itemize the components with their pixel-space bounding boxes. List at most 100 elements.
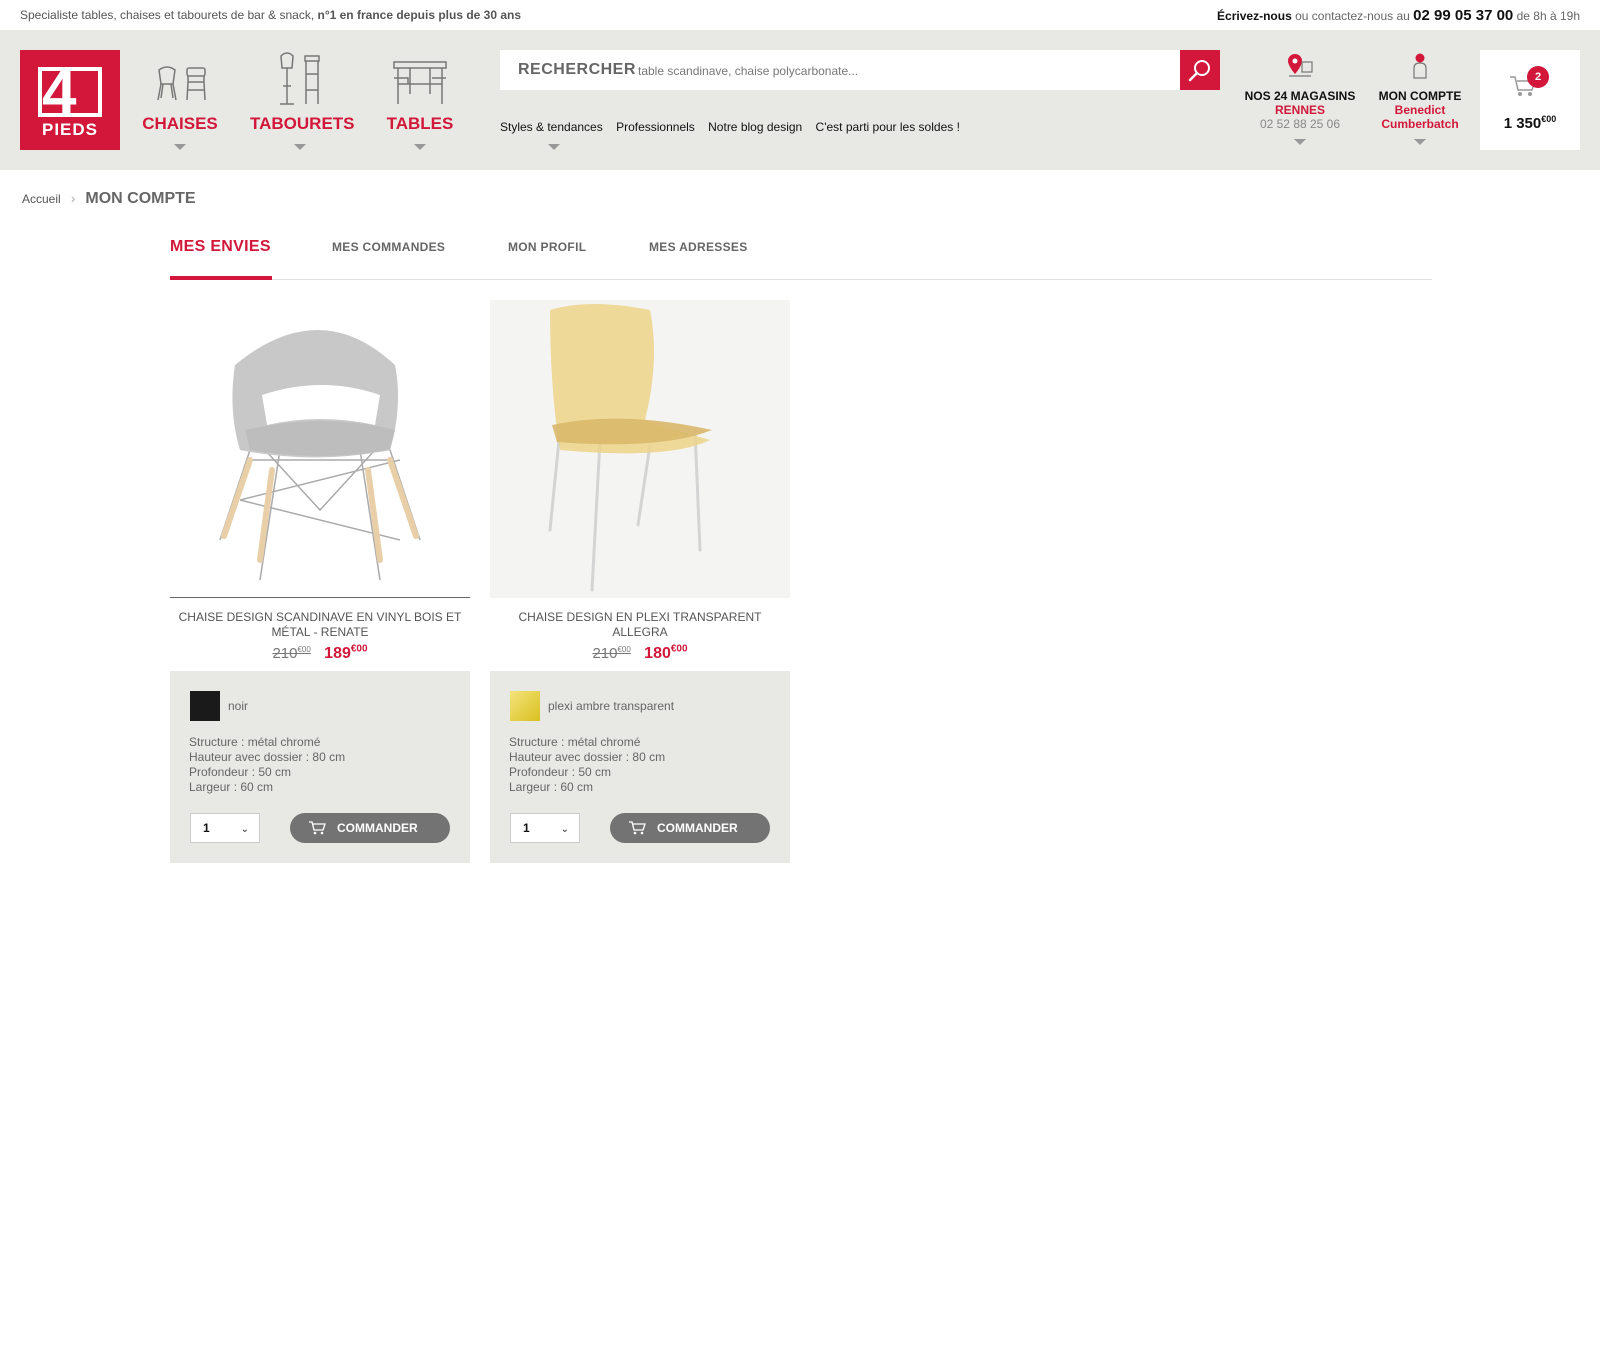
sale-price-cents: €00 (350, 644, 368, 655)
sale-price-amount: 180 (644, 645, 671, 663)
logo-text: PIEDS (41, 120, 99, 139)
menu-item-professionnels[interactable]: Professionnels (616, 120, 695, 134)
account-tabs: MES ENVIES MES COMMANDES MON PROFIL MES … (170, 228, 1432, 280)
old-price-cents: €00 (297, 645, 311, 655)
quantity-select[interactable]: 1 ⌄ (190, 813, 260, 844)
tagline-text: Specialiste tables, chaises et tabourets… (20, 8, 318, 22)
user-icon (1413, 53, 1427, 79)
secondary-menu: Styles & tendances Professionnels Notre … (500, 120, 970, 134)
tagline-bold: n°1 en france depuis plus de 30 ans (317, 8, 522, 22)
active-tab-indicator (170, 276, 272, 280)
product-photo (219, 330, 421, 581)
chevron-down-icon (548, 144, 560, 150)
search-label: RECHERCHER (518, 61, 636, 78)
breadcrumb: Accueil › MON COMPTE (22, 190, 196, 208)
chevron-down-icon (294, 144, 306, 150)
order-button-label: COMMANDER (337, 821, 418, 836)
menu-item-styles[interactable]: Styles & tendances (500, 120, 603, 134)
chevron-down-icon (174, 144, 186, 150)
contact-text: ou contactez-nous au (1291, 9, 1414, 23)
stores-block[interactable]: NOS 24 MAGASINS RENNES 02 52 88 25 06 (1240, 52, 1360, 145)
contact-info: Écrivez-nous ou contactez-nous au 02 99 … (1217, 7, 1580, 24)
menu-item-blog[interactable]: Notre blog design (708, 120, 802, 134)
menu-item-soldes[interactable]: C'est parti pour les soldes ! (816, 120, 960, 134)
old-price-cents: €00 (617, 645, 631, 655)
spec-width: Largeur : 60 cm (509, 780, 594, 795)
write-us-link[interactable]: Écrivez-nous (1217, 9, 1292, 23)
tab-mon-profil[interactable]: MON PROFIL (508, 240, 586, 254)
account-title: MON COMPTE (1378, 89, 1462, 103)
spec-depth: Profondeur : 50 cm (189, 765, 292, 780)
order-button[interactable]: COMMANDER (290, 813, 450, 844)
old-price-amount: 210 (592, 645, 618, 663)
nav-tabourets[interactable]: TABOURETS (250, 50, 355, 150)
product-price: 210€00 189€00 (170, 644, 470, 663)
spec-width: Largeur : 60 cm (189, 780, 274, 795)
search-button[interactable] (1180, 50, 1220, 90)
order-button-label: COMMANDER (657, 821, 738, 836)
search-icon (1188, 60, 1210, 82)
account-block[interactable]: MON COMPTE Benedict Cumberbatch (1370, 52, 1470, 145)
breadcrumb-home[interactable]: Accueil (22, 192, 61, 206)
tab-mes-commandes[interactable]: MES COMMANDES (332, 240, 445, 254)
spec-structure: Structure : métal chromé (189, 735, 321, 750)
cart-total-amount: 1 350 (1503, 115, 1542, 132)
product-price: 210€00 180€00 (490, 644, 790, 663)
product-name[interactable]: CHAISE DESIGN SCANDINAVE EN VINYL BOIS E… (170, 610, 470, 640)
chevron-down-icon (414, 144, 426, 150)
opening-hours: de 8h à 19h (1513, 9, 1580, 23)
search-box[interactable]: RECHERCHER table scandinave, chaise poly… (500, 50, 1220, 90)
nav-tables[interactable]: TABLES (380, 50, 460, 150)
sale-price: 189€00 (324, 644, 368, 663)
order-button[interactable]: COMMANDER (610, 813, 770, 844)
tables-icon (393, 61, 447, 104)
spec-depth: Profondeur : 50 cm (509, 765, 612, 780)
color-name: plexi ambre transparent (548, 699, 675, 714)
cart-total: 1 350€00 (1480, 114, 1580, 132)
chevron-down-icon (1414, 139, 1426, 145)
quantity-select[interactable]: 1 ⌄ (510, 813, 580, 844)
sale-price: 180€00 (644, 644, 687, 663)
quantity-value: 1 (523, 821, 530, 836)
stores-title: NOS 24 MAGASINS (1244, 89, 1356, 103)
logo[interactable]: 4 PIEDS (20, 50, 120, 150)
nav-tabourets-label: TABOURETS (250, 114, 355, 133)
quantity-value: 1 (203, 821, 210, 836)
nav-chaises-label: CHAISES (142, 114, 218, 133)
cart-button[interactable]: 2 1 350€00 (1480, 50, 1580, 150)
cart-total-cents: €00 (1541, 114, 1557, 124)
cart-icon (629, 821, 646, 835)
sale-price-amount: 189 (324, 645, 351, 663)
account-last-name: Cumberbatch (1381, 117, 1459, 131)
search-input[interactable]: table scandinave, chaise polycarbonate..… (638, 64, 858, 78)
spec-height: Hauteur avec dossier : 80 cm (189, 750, 346, 765)
store-phone: 02 52 88 25 06 (1259, 117, 1341, 131)
tab-mes-adresses[interactable]: MES ADRESSES (649, 240, 748, 254)
color-name: noir (228, 699, 249, 714)
product-image[interactable] (170, 300, 470, 598)
account-first-name: Benedict (1394, 103, 1446, 117)
tab-mes-envies[interactable]: MES ENVIES (170, 238, 271, 256)
old-price: 210€00 (592, 645, 630, 662)
product-name[interactable]: CHAISE DESIGN EN PLEXI TRANSPARENT ALLEG… (490, 610, 790, 640)
top-bar: Specialiste tables, chaises et tabourets… (0, 0, 1600, 30)
product-photo (490, 300, 790, 598)
chairs-icon (157, 66, 206, 101)
color-swatch (190, 691, 220, 722)
color-swatch (510, 691, 540, 722)
contact-phone[interactable]: 02 99 05 37 00 (1413, 7, 1513, 24)
chevron-down-icon: ⌄ (560, 824, 569, 836)
store-locator-icon (1288, 54, 1313, 77)
nav-chaises[interactable]: CHAISES (140, 50, 220, 150)
old-price: 210€00 (272, 645, 310, 662)
product-specs: Structure : métal chromé Hauteur avec do… (509, 735, 665, 795)
tagline: Specialiste tables, chaises et tabourets… (20, 8, 521, 22)
chevron-down-icon (1294, 139, 1306, 145)
product-image[interactable] (490, 300, 790, 598)
spec-structure: Structure : métal chromé (509, 735, 641, 750)
cart-icon (309, 821, 326, 835)
spec-height: Hauteur avec dossier : 80 cm (509, 750, 666, 765)
product-specs: Structure : métal chromé Hauteur avec do… (189, 735, 345, 795)
chevron-right-icon: › (70, 190, 76, 206)
product-options-panel: noir Structure : métal chromé Hauteur av… (170, 671, 470, 864)
